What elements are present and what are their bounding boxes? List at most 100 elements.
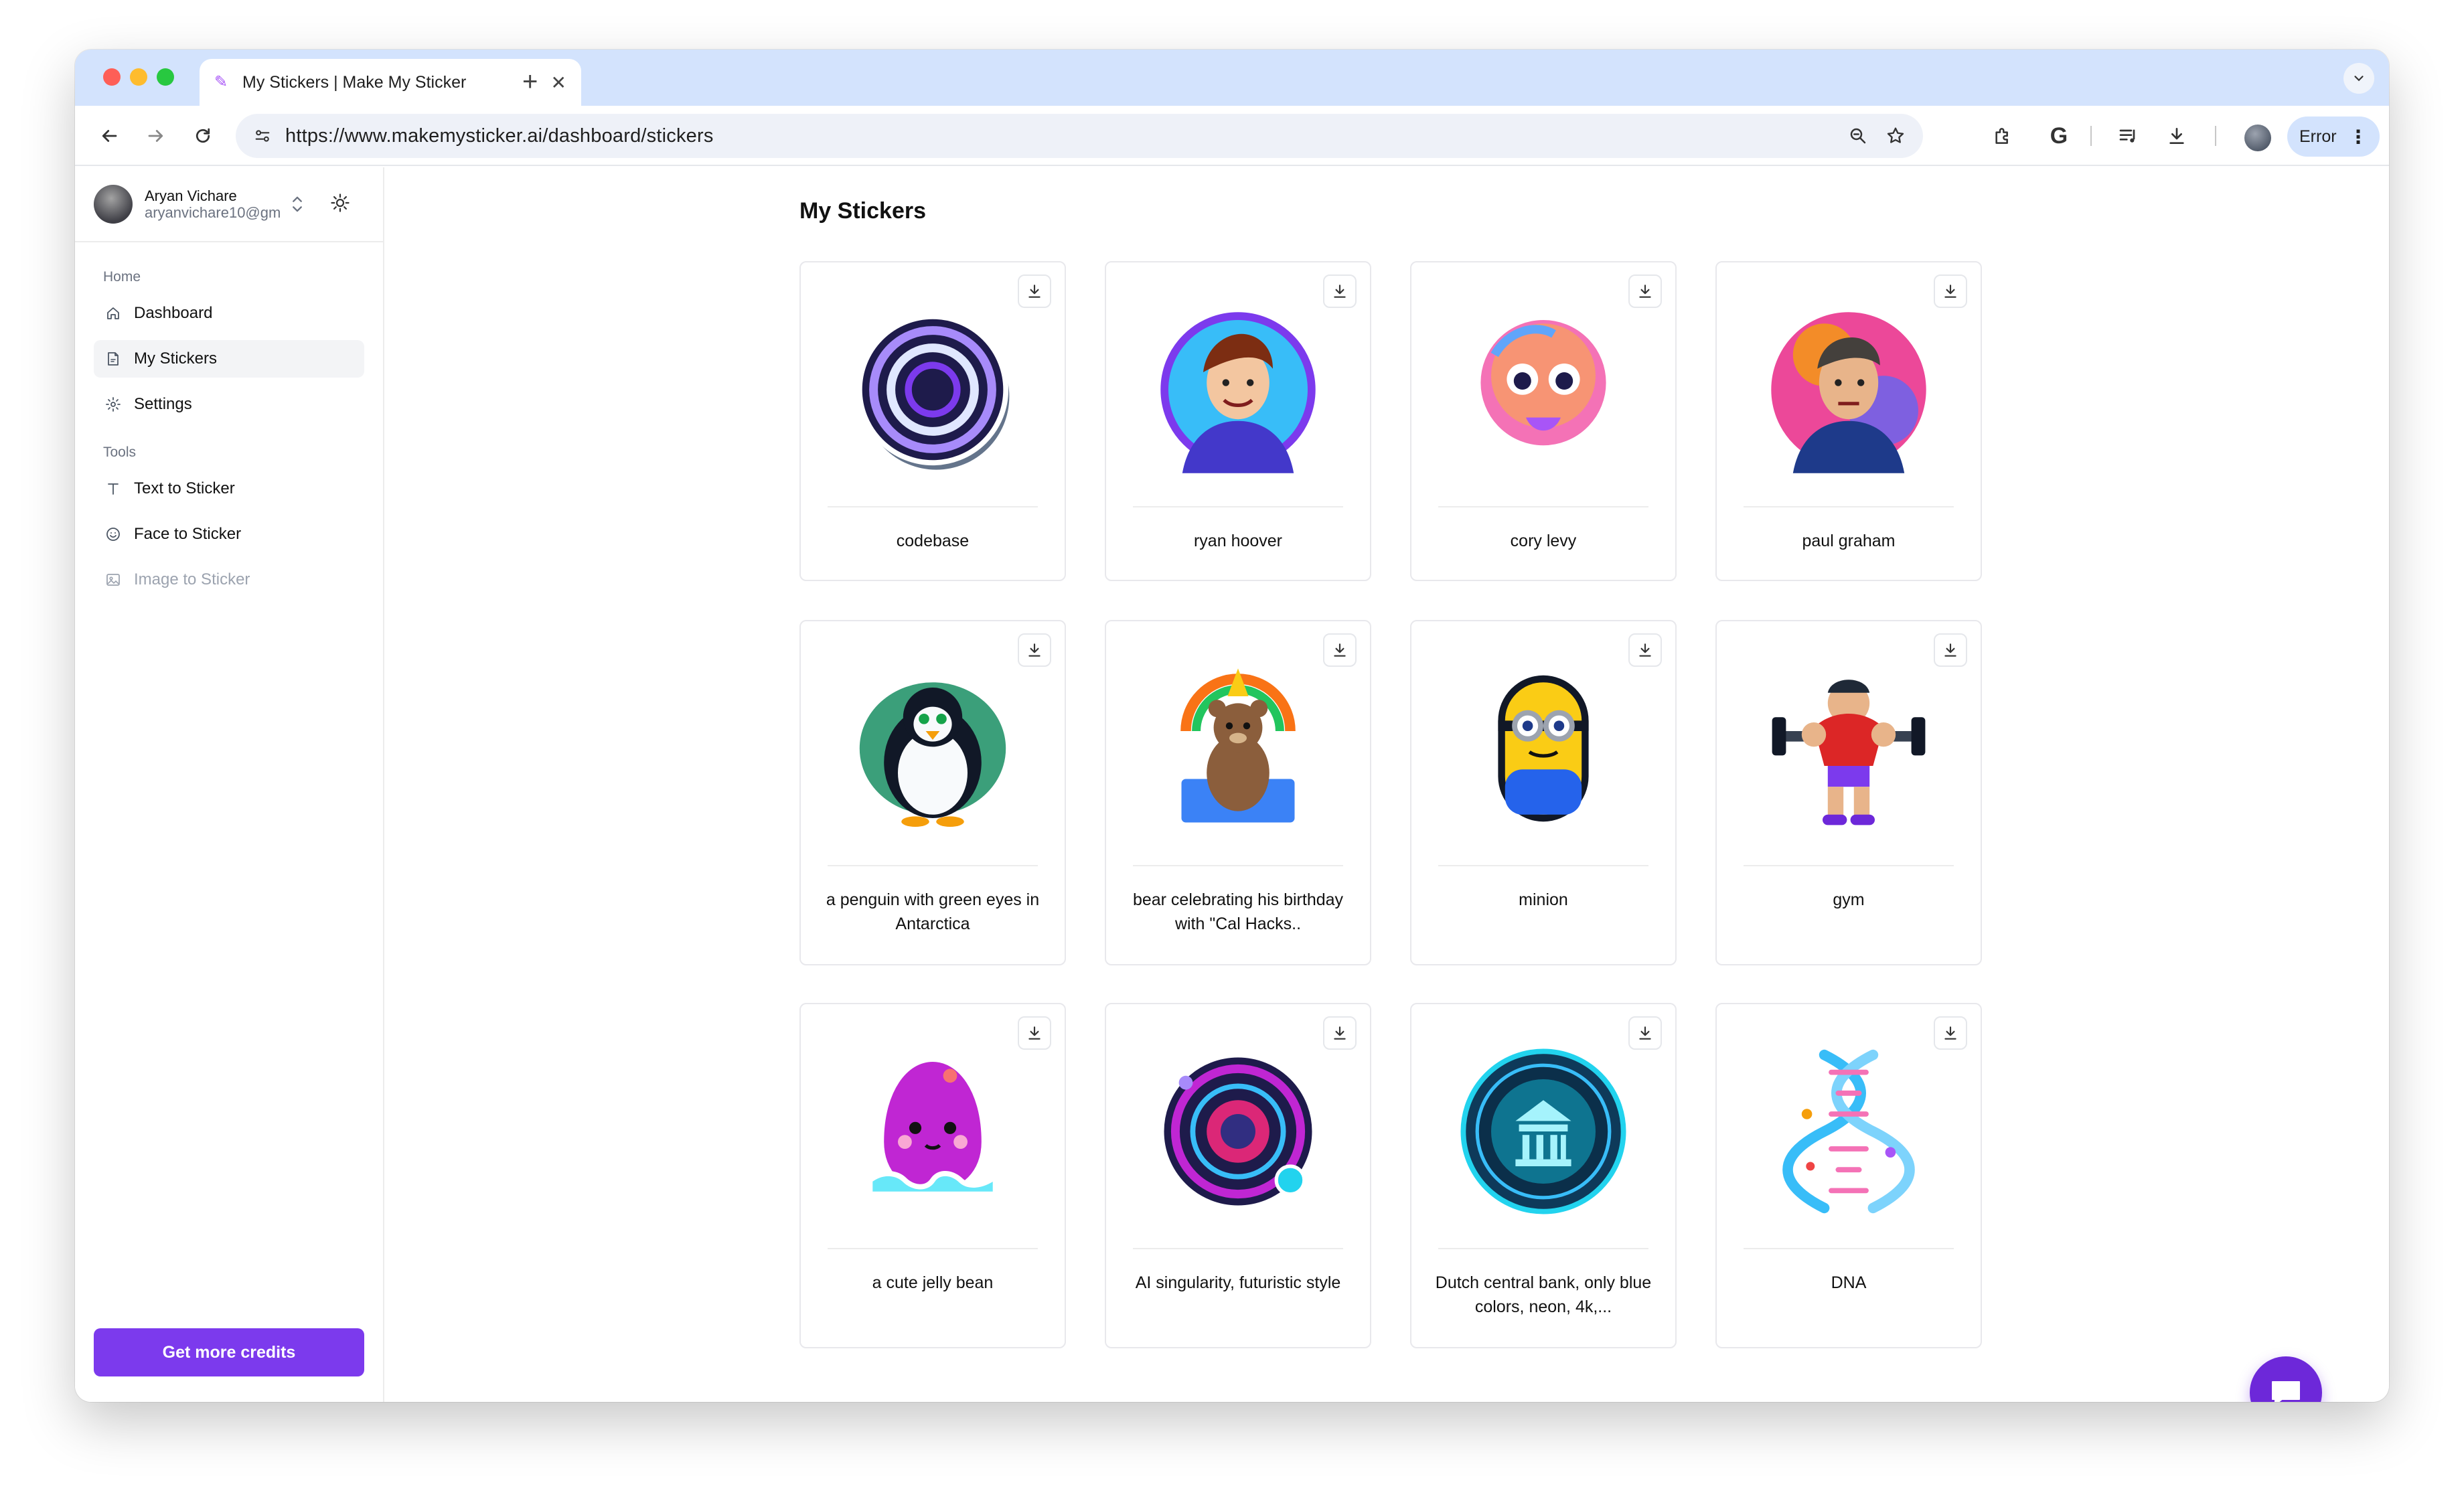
sticker-label: minion: [1519, 890, 1568, 909]
card-divider: [1133, 1248, 1343, 1249]
puzzle-icon: [1995, 128, 2008, 144]
download-sticker-button[interactable]: [1323, 274, 1357, 308]
sticker-image-portrait-older: [1762, 303, 1936, 477]
sticker-card[interactable]: cory levy: [1410, 261, 1677, 581]
download-sticker-button[interactable]: [1934, 633, 1967, 667]
profile-avatar[interactable]: [2244, 125, 2271, 151]
bookmark-star-icon[interactable]: [1885, 126, 1906, 146]
user-switcher[interactable]: Aryan Vichare aryanvichare10@gm: [94, 181, 368, 228]
smile-icon: [104, 526, 122, 543]
sticker-card[interactable]: DNA: [1715, 1003, 1982, 1348]
download-sticker-button[interactable]: [1018, 1016, 1051, 1050]
site-settings-icon[interactable]: [253, 127, 272, 145]
section-label-home: Home: [103, 269, 141, 285]
card-divider: [1438, 865, 1648, 866]
toolbar-separator: [2215, 126, 2216, 146]
chevron-down-icon: [2354, 76, 2364, 82]
card-divider: [1438, 506, 1648, 507]
sidebar-item-label: My Stickers: [134, 349, 218, 368]
user-email: aryanvichare10@gm: [145, 204, 281, 221]
download-icon: [1944, 643, 1956, 657]
more-menu-icon: ⋮: [2349, 126, 2368, 147]
sticker-card[interactable]: minion: [1410, 620, 1677, 965]
download-icon: [1028, 1026, 1041, 1040]
tab-strip: ✎ My Stickers | Make My Sticker ✕ +: [75, 50, 2389, 106]
sticker-image-jellybean: [846, 1044, 1020, 1218]
downloads-button[interactable]: [2161, 121, 2192, 151]
sticker-image-bank-seal: [1456, 1044, 1630, 1218]
sticker-card[interactable]: ryan hoover: [1105, 261, 1371, 581]
download-sticker-button[interactable]: [1323, 633, 1357, 667]
new-tab-button[interactable]: +: [522, 62, 538, 102]
sticker-card[interactable]: AI singularity, futuristic style: [1105, 1003, 1371, 1348]
sidebar-item-settings[interactable]: Settings: [94, 386, 364, 423]
chat-support-button[interactable]: [2250, 1356, 2322, 1402]
sticker-label: cory levy: [1510, 532, 1577, 550]
sticker-label: Dutch central bank, only blue colors, ne…: [1435, 1273, 1652, 1316]
download-sticker-button[interactable]: [1018, 633, 1051, 667]
download-sticker-button[interactable]: [1628, 274, 1662, 308]
maximize-window-button[interactable]: [157, 68, 174, 86]
back-button[interactable]: [94, 121, 125, 151]
sidebar-item-text-to-sticker[interactable]: Text to Sticker: [94, 470, 364, 507]
download-sticker-button[interactable]: [1934, 274, 1967, 308]
sticker-card[interactable]: codebase: [799, 261, 1066, 581]
sidebar-item-dashboard[interactable]: Dashboard: [94, 295, 364, 332]
extensions-button[interactable]: [1987, 121, 2018, 151]
zoom-icon[interactable]: [1848, 126, 1868, 146]
download-sticker-button[interactable]: [1628, 1016, 1662, 1050]
minimize-window-button[interactable]: [130, 68, 147, 86]
theme-toggle-button[interactable]: [330, 193, 350, 216]
text-icon: [104, 480, 122, 497]
download-icon: [1944, 1026, 1956, 1040]
download-sticker-button[interactable]: [1018, 274, 1051, 308]
download-icon: [1639, 285, 1651, 298]
sticker-card[interactable]: a penguin with green eyes in Antarctica: [799, 620, 1066, 965]
sticker-image-minion: [1456, 661, 1630, 836]
close-tab-icon[interactable]: ✕: [551, 72, 566, 94]
sidebar-item-face-to-sticker[interactable]: Face to Sticker: [94, 516, 364, 553]
download-icon: [1334, 1026, 1346, 1040]
sticker-card[interactable]: gym: [1715, 620, 1982, 965]
sidebar-divider: [75, 241, 383, 242]
address-bar[interactable]: https://www.makemysticker.ai/dashboard/s…: [236, 114, 1923, 158]
sticker-card[interactable]: paul graham: [1715, 261, 1982, 581]
sticker-icon: [104, 350, 122, 368]
download-icon: [1334, 285, 1346, 298]
card-divider: [1744, 506, 1954, 507]
google-extension-button[interactable]: G: [2044, 121, 2074, 151]
browser-toolbar: https://www.makemysticker.ai/dashboard/s…: [75, 106, 2389, 166]
download-sticker-button[interactable]: [1323, 1016, 1357, 1050]
chat-bubble-icon: [2272, 1381, 2300, 1402]
sticker-image-gym: [1762, 661, 1936, 836]
media-controls-button[interactable]: [2113, 121, 2144, 151]
sidebar-item-image-to-sticker: Image to Sticker: [94, 561, 364, 599]
section-label-tools: Tools: [103, 445, 137, 460]
reload-icon: [196, 128, 210, 143]
image-icon: [104, 571, 122, 588]
user-info: Aryan Vichare aryanvichare10@gm: [145, 187, 281, 222]
download-sticker-button[interactable]: [1934, 1016, 1967, 1050]
reload-button[interactable]: [187, 121, 218, 151]
sticker-label: bear celebrating his birthday with "Cal …: [1132, 890, 1344, 933]
sticker-card[interactable]: Dutch central bank, only blue colors, ne…: [1410, 1003, 1677, 1348]
download-icon: [1639, 643, 1651, 657]
card-divider: [1133, 506, 1343, 507]
download-sticker-button[interactable]: [1628, 633, 1662, 667]
sticker-label: DNA: [1831, 1273, 1867, 1292]
download-icon: [1028, 643, 1041, 657]
arrow-left-icon: [102, 130, 117, 142]
forward-button[interactable]: [141, 121, 171, 151]
playlist-icon: [2119, 129, 2135, 143]
home-icon: [104, 305, 122, 322]
sticker-card[interactable]: bear celebrating his birthday with "Cal …: [1105, 620, 1371, 965]
sidebar-item-label: Dashboard: [134, 304, 213, 322]
tab-search-button[interactable]: [2343, 63, 2374, 94]
sticker-card[interactable]: a cute jelly bean: [799, 1003, 1066, 1348]
sidebar-item-my-stickers[interactable]: My Stickers: [94, 340, 364, 378]
sticker-image-penguin: [846, 661, 1020, 836]
profile-error-chip[interactable]: Error ⋮: [2287, 116, 2380, 157]
chevron-up-down-icon[interactable]: [291, 195, 303, 213]
close-window-button[interactable]: [103, 68, 121, 86]
get-more-credits-button[interactable]: Get more credits: [94, 1328, 364, 1376]
